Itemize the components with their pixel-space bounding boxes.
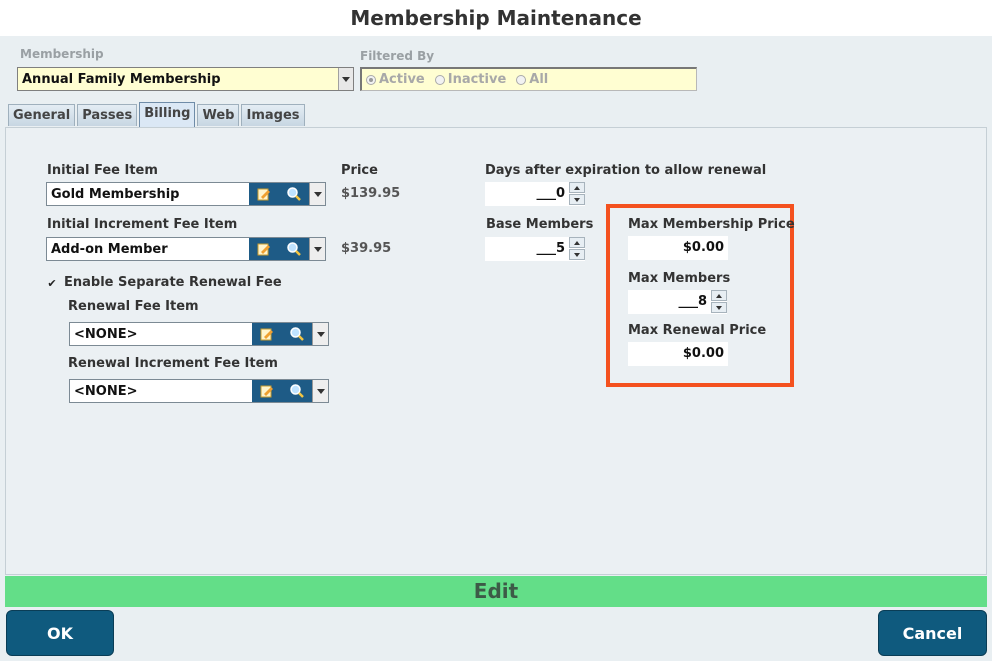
radio-selected-icon xyxy=(366,74,376,85)
edit-icon[interactable] xyxy=(252,380,282,402)
tab-web[interactable]: Web xyxy=(197,104,240,126)
decrement-icon[interactable] xyxy=(711,302,727,313)
max-members-value: ___8 xyxy=(678,294,707,309)
window-title: Membership Maintenance xyxy=(350,6,642,30)
renewal-increment-lookup[interactable]: <NONE> xyxy=(69,379,329,403)
filter-radio-all[interactable]: All xyxy=(516,72,548,87)
filter-all-label: All xyxy=(529,72,549,87)
membership-label: Membership xyxy=(20,47,104,61)
decrement-icon[interactable] xyxy=(569,249,585,260)
chevron-down-icon[interactable] xyxy=(312,323,328,345)
radio-icon xyxy=(516,74,527,85)
days-after-label: Days after expiration to allow renewal xyxy=(485,163,767,178)
search-icon[interactable] xyxy=(282,323,312,345)
increment-fee-price: $39.95 xyxy=(341,241,392,256)
max-members-label: Max Members xyxy=(628,271,731,286)
edit-icon[interactable] xyxy=(249,238,279,260)
edit-icon[interactable] xyxy=(249,183,279,205)
renewal-fee-value: <NONE> xyxy=(74,327,138,342)
filter-radio-group: Active Inactive All xyxy=(360,67,697,91)
initial-fee-price: $139.95 xyxy=(341,186,401,201)
price-label: Price xyxy=(341,163,378,178)
filter-active-label: Active xyxy=(379,72,425,87)
search-icon[interactable] xyxy=(279,183,309,205)
cancel-button[interactable]: Cancel xyxy=(878,610,987,656)
base-members-stepper[interactable]: ___5 xyxy=(485,237,585,261)
max-members-stepper[interactable]: ___8 xyxy=(628,290,727,314)
max-price-label: Max Membership Price xyxy=(628,217,795,232)
tab-images[interactable]: Images xyxy=(241,104,305,126)
increment-fee-label: Initial Increment Fee Item xyxy=(47,217,238,232)
increment-fee-value: Add-on Member xyxy=(51,242,168,257)
increment-fee-lookup[interactable]: Add-on Member xyxy=(46,237,326,261)
max-renewal-label: Max Renewal Price xyxy=(628,323,767,338)
edit-mode-bar: Edit xyxy=(5,576,987,607)
initial-fee-value: Gold Membership xyxy=(51,187,180,202)
membership-select[interactable]: Annual Family Membership xyxy=(17,67,354,91)
enable-renewal-checkbox[interactable]: ✔ xyxy=(47,277,57,290)
base-members-value: ___5 xyxy=(536,241,565,256)
membership-select-value: Annual Family Membership xyxy=(22,72,221,87)
chevron-down-icon[interactable] xyxy=(309,183,325,205)
increment-icon[interactable] xyxy=(569,182,585,193)
footer xyxy=(0,607,992,661)
chevron-down-icon[interactable] xyxy=(309,238,325,260)
title-bar: Membership Maintenance xyxy=(0,0,992,36)
tab-general[interactable]: General xyxy=(8,104,76,126)
increment-icon[interactable] xyxy=(711,290,727,301)
decrement-icon[interactable] xyxy=(569,194,585,205)
max-renewal-field[interactable]: $0.00 xyxy=(628,342,728,366)
edit-icon[interactable] xyxy=(252,323,282,345)
renewal-increment-label: Renewal Increment Fee Item xyxy=(68,356,278,371)
initial-fee-label: Initial Fee Item xyxy=(47,163,158,178)
days-after-stepper[interactable]: ___0 xyxy=(485,182,585,206)
chevron-down-icon[interactable] xyxy=(312,380,328,402)
renewal-fee-lookup[interactable]: <NONE> xyxy=(69,322,329,346)
tab-passes[interactable]: Passes xyxy=(77,104,138,126)
increment-icon[interactable] xyxy=(569,237,585,248)
ok-button[interactable]: OK xyxy=(6,610,114,656)
initial-fee-lookup[interactable]: Gold Membership xyxy=(46,182,326,206)
filter-radio-active[interactable]: Active xyxy=(366,72,425,87)
tab-billing[interactable]: Billing xyxy=(139,102,196,127)
search-icon[interactable] xyxy=(282,380,312,402)
renewal-fee-label: Renewal Fee Item xyxy=(68,299,199,314)
enable-renewal-label: Enable Separate Renewal Fee xyxy=(64,275,282,290)
chevron-down-icon[interactable] xyxy=(338,68,353,90)
days-after-value: ___0 xyxy=(536,186,565,201)
filtered-by-label: Filtered By xyxy=(360,49,435,63)
search-icon[interactable] xyxy=(279,238,309,260)
filter-inactive-label: Inactive xyxy=(447,72,507,87)
renewal-increment-value: <NONE> xyxy=(74,384,138,399)
base-members-label: Base Members xyxy=(486,217,594,232)
max-price-field[interactable]: $0.00 xyxy=(628,236,728,260)
tab-bar: General Passes Billing Web Images xyxy=(8,102,305,127)
filter-radio-inactive[interactable]: Inactive xyxy=(434,72,507,87)
radio-icon xyxy=(434,74,445,85)
